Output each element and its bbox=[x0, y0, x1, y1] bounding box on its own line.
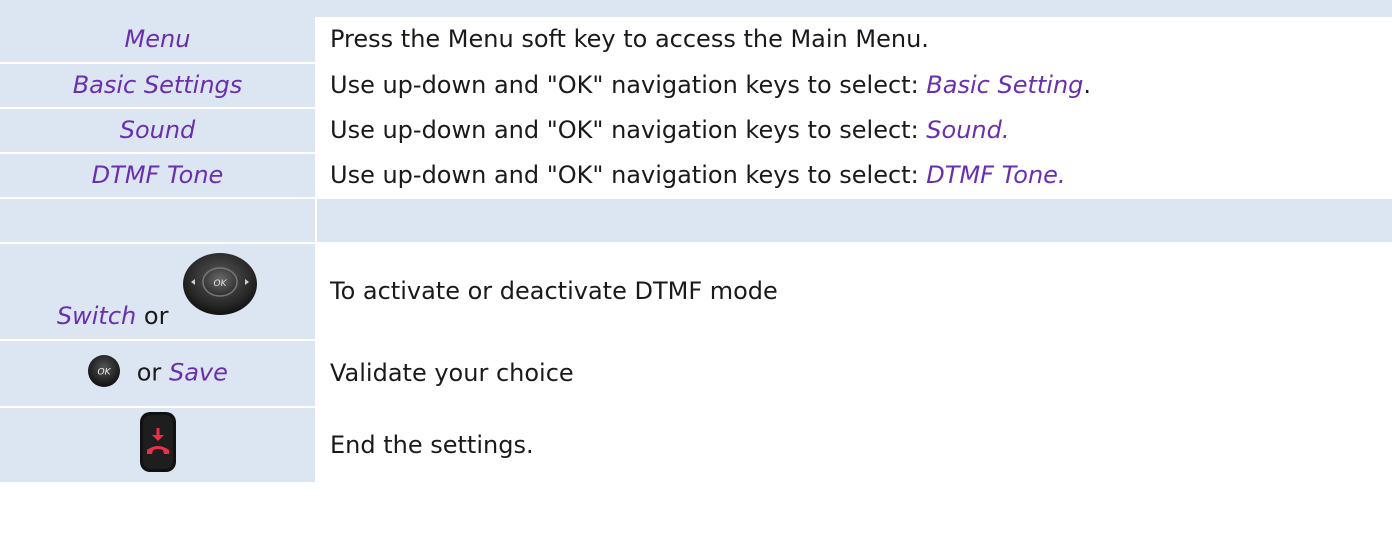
description-suffix: . bbox=[1083, 71, 1092, 100]
step-label: Sound bbox=[0, 108, 315, 154]
or-text: or bbox=[136, 358, 162, 387]
table-row: End the settings. bbox=[0, 407, 1392, 484]
hang-up-key-icon bbox=[138, 410, 178, 481]
save-softkey-label: Save bbox=[168, 358, 228, 387]
step-description: Press the Menu soft key to access the Ma… bbox=[317, 17, 1392, 64]
step-description bbox=[317, 198, 1392, 244]
step-label bbox=[0, 198, 315, 244]
switch-softkey-label: Switch bbox=[56, 302, 137, 331]
table-row: OK or Save Validate your choice bbox=[0, 340, 1392, 408]
step-description: Validate your choice bbox=[317, 340, 1392, 408]
description-text: Use up-down and "OK" navigation keys to … bbox=[330, 116, 927, 145]
navigation-ok-key-icon: OK bbox=[182, 252, 258, 323]
step-label: Menu bbox=[0, 17, 315, 64]
ok-label: OK bbox=[98, 368, 112, 378]
step-label: OK or Save bbox=[0, 340, 315, 408]
nav-ok-label: OK bbox=[214, 279, 228, 289]
description-text: Use up-down and "OK" navigation keys to … bbox=[330, 161, 927, 190]
menu-item-highlight: DTMF Tone. bbox=[926, 161, 1066, 190]
table-row: DTMF Tone Use up-down and "OK" navigatio… bbox=[0, 153, 1392, 199]
table-row: Switch or OK To activate or deactivate D… bbox=[0, 243, 1392, 341]
table-row: Menu Press the Menu soft key to access t… bbox=[0, 17, 1392, 64]
step-description: End the settings. bbox=[317, 407, 1392, 484]
step-description: Use up-down and "OK" navigation keys to … bbox=[317, 108, 1392, 154]
step-label bbox=[0, 407, 315, 484]
menu-item-highlight: Basic Setting bbox=[926, 71, 1084, 100]
step-label: DTMF Tone bbox=[0, 153, 315, 199]
step-description: Use up-down and "OK" navigation keys to … bbox=[317, 63, 1392, 109]
ok-key-icon: OK bbox=[87, 354, 121, 393]
step-label: Basic Settings bbox=[0, 63, 315, 109]
or-text: or bbox=[143, 302, 169, 331]
step-description: To activate or deactivate DTMF mode bbox=[317, 243, 1392, 341]
table-top-band bbox=[0, 0, 1392, 17]
table-row: Basic Settings Use up-down and "OK" navi… bbox=[0, 63, 1392, 109]
table-row: Sound Use up-down and "OK" navigation ke… bbox=[0, 108, 1392, 154]
description-text: Use up-down and "OK" navigation keys to … bbox=[330, 71, 927, 100]
step-label: Switch or OK bbox=[0, 243, 315, 341]
step-description: Use up-down and "OK" navigation keys to … bbox=[317, 153, 1392, 199]
menu-item-highlight: Sound. bbox=[926, 116, 1010, 145]
instructions-table: Menu Press the Menu soft key to access t… bbox=[0, 0, 1392, 484]
table-row-empty bbox=[0, 198, 1392, 244]
